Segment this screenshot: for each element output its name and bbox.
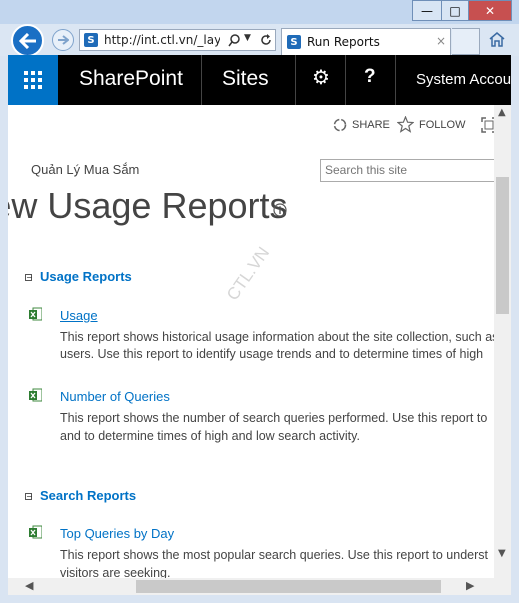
forward-arrow-icon [58,35,69,45]
minimize-icon: — [421,3,433,18]
collapse-toggle[interactable]: − [25,493,33,501]
excel-report-icon [29,525,42,539]
settings-gear-icon[interactable]: ⚙ [312,65,330,90]
new-tab-button[interactable] [452,28,480,55]
collapse-toggle[interactable]: − [25,274,33,282]
share-link[interactable]: SHARE [352,119,390,131]
suite-divider [201,55,202,105]
sharepoint-favicon-icon: S [84,33,98,47]
section-title[interactable]: Usage Reports [40,269,132,284]
home-icon[interactable] [488,31,506,47]
report-description: users. Use this report to identify usage… [60,347,484,361]
scrollbar-thumb[interactable] [136,580,441,593]
excel-report-icon [29,388,42,402]
site-name[interactable]: Quản Lý Mua Sắm [31,162,139,177]
minimize-button[interactable]: — [412,0,442,21]
suite-divider [295,55,296,105]
report-description: This report shows historical usage infor… [60,330,494,344]
search-box[interactable] [320,159,494,182]
search-icon[interactable] [228,34,240,47]
page-content: SHARE FOLLOW Quản Lý Mua Sắm View Usage … [8,105,494,578]
report-description: visitors are seeking. [60,566,171,578]
vertical-scrollbar[interactable]: ▲ ▼ [494,105,511,578]
close-window-button[interactable]: ✕ [468,0,512,21]
report-description: This report shows the most popular searc… [60,548,488,562]
suite-bar: SharePoint Sites ⚙ ? System Account [8,55,511,105]
excel-report-icon [29,307,42,321]
maximize-icon: □ [449,3,461,18]
maximize-button[interactable]: □ [441,0,469,21]
horizontal-scrollbar[interactable]: ◀ ▶ [8,578,511,595]
tab-title: Run Reports [307,35,380,49]
watermark: CTL.VN [223,243,274,304]
scrollbar-thumb[interactable] [496,177,509,314]
help-icon[interactable]: ? [364,66,376,88]
back-arrow-icon [18,32,36,49]
address-bar[interactable]: S http://int.ctl.vn/_layou ▼ [79,29,276,51]
report-description: This report shows the number of search q… [60,411,488,425]
info-icon[interactable] [273,203,287,217]
close-tab-icon[interactable]: × [436,34,446,48]
follow-link[interactable]: FOLLOW [419,119,465,131]
page-title: View Usage Reports [8,185,288,226]
refresh-icon[interactable] [260,34,272,46]
sharepoint-brand[interactable]: SharePoint [79,67,183,91]
tab-run-reports[interactable]: S Run Reports × [281,28,451,55]
share-icon[interactable] [332,117,348,133]
scroll-right-icon[interactable]: ▶ [466,579,474,592]
sites-link[interactable]: Sites [222,67,269,91]
forward-button[interactable] [52,29,74,51]
scroll-left-icon[interactable]: ◀ [25,579,33,592]
suite-divider [345,55,346,105]
report-link-usage[interactable]: Usage [60,308,98,323]
waffle-icon [24,71,42,89]
close-icon: ✕ [484,3,496,18]
user-menu[interactable]: System Account [416,71,511,88]
dropdown-icon[interactable]: ▼ [244,33,251,43]
app-launcher-button[interactable] [8,55,58,105]
section-title[interactable]: Search Reports [40,488,136,503]
follow-star-icon[interactable] [397,116,414,133]
scroll-up-icon[interactable]: ▲ [498,107,506,118]
scroll-down-icon[interactable]: ▼ [498,548,506,559]
sharepoint-favicon-icon: S [287,35,301,49]
search-input[interactable] [325,162,493,178]
report-link-number-of-queries[interactable]: Number of Queries [60,389,170,404]
back-button[interactable] [11,24,44,57]
suite-divider [395,55,396,105]
report-description: and to determine times of high and low s… [60,429,360,443]
focus-mode-icon[interactable] [481,117,494,133]
address-url: http://int.ctl.vn/_layou [104,33,220,47]
report-link-top-queries-by-day[interactable]: Top Queries by Day [60,526,174,541]
